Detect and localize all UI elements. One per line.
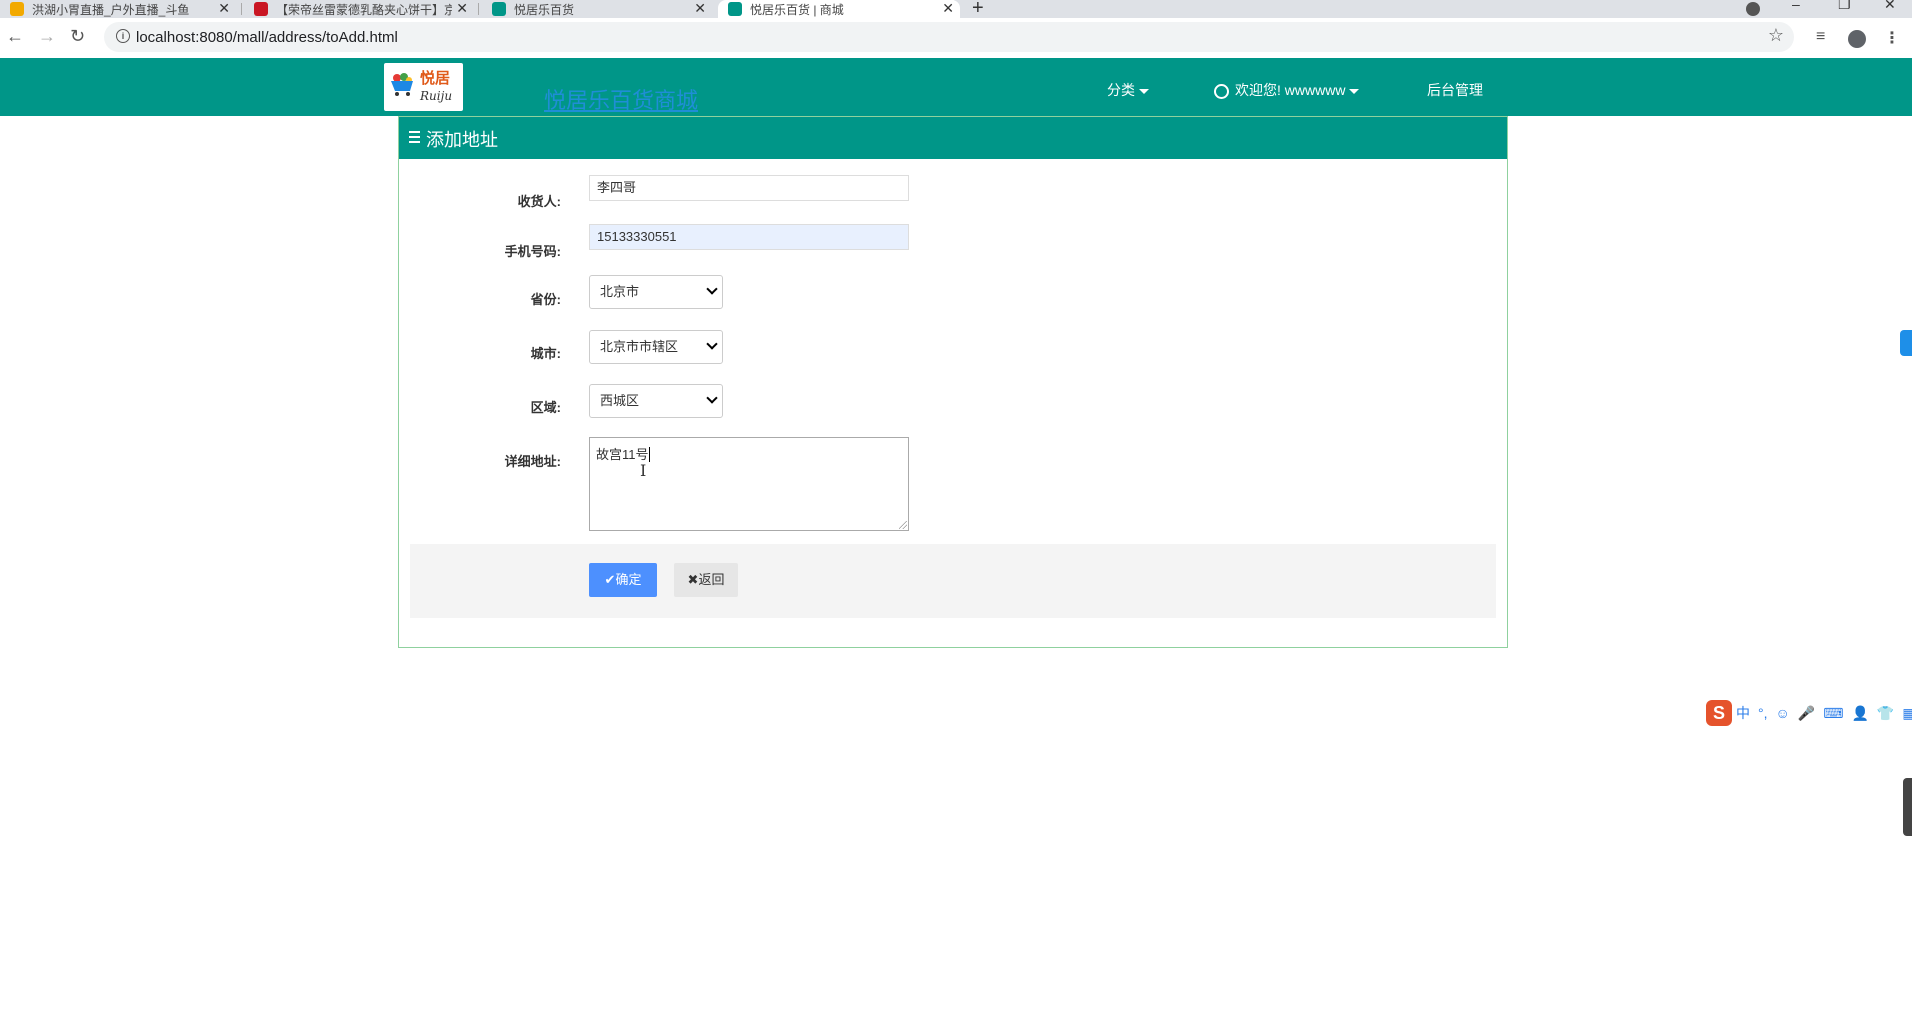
close-icon[interactable]: ✕ [452, 0, 468, 17]
category-label: 分类 [1107, 82, 1135, 98]
form-actions: ✔确定 ✖返回 [410, 544, 1496, 618]
city-label: 城市: [530, 346, 561, 361]
ime-voice-icon[interactable]: 🎤 [1798, 705, 1815, 722]
close-icon[interactable]: ✕ [214, 0, 230, 17]
site-logo[interactable]: 悦居 Ruiju [384, 63, 463, 111]
tab-title: 【荣帝丝雷蒙德乳酪夹心饼干】京 [276, 2, 457, 17]
tab-title: 洪湖小胃直播_户外直播_斗鱼 [32, 2, 190, 17]
panel-header: 添加地址 [399, 117, 1507, 159]
tab-store[interactable]: 悦居乐百货 ✕ [482, 0, 712, 18]
panel-title: 添加地址 [426, 130, 498, 150]
confirm-button[interactable]: ✔确定 [589, 563, 657, 597]
profile-dropdown-icon[interactable] [1746, 2, 1760, 16]
douyu-favicon-icon [10, 2, 24, 16]
receiver-label: 收货人: [517, 194, 561, 209]
minimize-button[interactable]: – [1792, 0, 1800, 12]
back-label: 返回 [698, 572, 725, 587]
sogou-logo-icon[interactable]: S [1706, 700, 1732, 726]
menu-kebab-icon[interactable]: ⋮ [1884, 28, 1900, 48]
district-select[interactable]: 西城区 [589, 384, 723, 418]
close-icon[interactable]: ✕ [938, 0, 954, 17]
logo-text: 悦居 [420, 69, 451, 87]
address-text: 故宫11号 [596, 447, 649, 462]
confirm-label: 确定 [615, 572, 642, 587]
profile-avatar-icon[interactable] [1848, 30, 1866, 48]
tab-separator [478, 3, 479, 15]
text-caret [648, 447, 650, 462]
tab-title: 悦居乐百货 [514, 2, 575, 17]
side-float-widget[interactable] [1900, 330, 1912, 356]
jd-favicon-icon [254, 2, 268, 16]
province-label: 省份: [530, 292, 561, 307]
new-tab-button[interactable]: + [972, 0, 984, 20]
address-bar[interactable]: i localhost:8080/mall/address/toAdd.html… [104, 22, 1794, 52]
ime-toolbox-icon[interactable]: ▦ [1902, 705, 1912, 722]
caret-down-icon [1349, 88, 1360, 94]
close-icon[interactable]: ✕ [690, 0, 706, 17]
reload-icon[interactable]: ↻ [70, 26, 85, 47]
browser-toolbar: ← → ↻ i localhost:8080/mall/address/toAd… [0, 18, 1912, 59]
back-arrow-icon[interactable]: ← [6, 26, 24, 47]
ime-skin-icon[interactable]: 👕 [1877, 705, 1894, 722]
ime-keyboard-icon[interactable]: ⌨ [1823, 705, 1843, 722]
back-button[interactable]: ✖返回 [674, 563, 738, 597]
list-bars-icon [409, 131, 420, 146]
tab-title: 悦居乐百货 | 商城 [750, 2, 844, 17]
district-label: 区域: [530, 400, 561, 415]
city-select[interactable]: 北京市市辖区 [589, 330, 723, 364]
url-text[interactable]: localhost:8080/mall/address/toAdd.html [136, 29, 398, 46]
side-dock-widget[interactable] [1903, 778, 1912, 836]
site-info-icon[interactable]: i [116, 29, 130, 43]
site-header: 悦居 Ruiju 悦居乐百货商城 分类 欢迎您! wwwwww 后台管理 [0, 58, 1912, 116]
phone-label: 手机号码: [504, 244, 561, 259]
chevron-down-icon [706, 338, 718, 350]
user-circle-icon [1214, 83, 1229, 99]
address-label: 详细地址: [504, 454, 561, 469]
window-close-button[interactable]: ✕ [1884, 0, 1896, 13]
bookmark-star-icon[interactable]: ☆ [1768, 25, 1784, 46]
address-textarea[interactable]: 故宫11号 [589, 437, 909, 531]
add-address-panel: 添加地址 收货人: 李四哥 手机号码: 15133330551 省份: 北京市 … [398, 116, 1508, 648]
resize-handle-icon[interactable] [899, 521, 907, 529]
store-favicon-icon [728, 2, 742, 16]
city-selected: 北京市市辖区 [600, 339, 679, 354]
shopping-cart-icon [391, 73, 413, 96]
store-favicon-icon [492, 2, 506, 16]
text-cursor-icon: I [640, 461, 647, 480]
phone-input[interactable]: 15133330551 [589, 224, 909, 250]
tab-mall-active[interactable]: 悦居乐百货 | 商城 ✕ [718, 0, 960, 18]
ime-toolbar: S 中 °, ☺ 🎤 ⌨ 👤 👕 ▦ [1706, 699, 1912, 727]
province-selected: 北京市 [600, 284, 640, 299]
browser-tab-bar: 洪湖小胃直播_户外直播_斗鱼 ✕ 【荣帝丝雷蒙德乳酪夹心饼干】京 ✕ 悦居乐百货… [0, 0, 1912, 20]
reading-list-icon[interactable]: ≡ [1816, 28, 1825, 46]
tab-douyu[interactable]: 洪湖小胃直播_户外直播_斗鱼 ✕ [0, 0, 236, 18]
logo-script: Ruiju [420, 89, 453, 103]
caret-down-icon [1139, 88, 1149, 94]
user-dropdown[interactable]: 欢迎您! wwwwww [1214, 80, 1360, 100]
close-x-icon: ✖ [687, 572, 699, 587]
admin-link[interactable]: 后台管理 [1427, 80, 1483, 100]
check-icon: ✔ [604, 572, 616, 587]
tab-jd[interactable]: 【荣帝丝雷蒙德乳酪夹心饼干】京 ✕ [244, 0, 474, 18]
maximize-button[interactable]: ❐ [1838, 0, 1851, 13]
ime-emoji-icon[interactable]: ☺ [1776, 705, 1790, 721]
ime-user-icon[interactable]: 👤 [1851, 705, 1868, 722]
receiver-input[interactable]: 李四哥 [589, 175, 909, 201]
province-select[interactable]: 北京市 [589, 275, 723, 309]
ime-chinese-mode[interactable]: 中 [1736, 703, 1750, 723]
ime-punctuation-icon[interactable]: °, [1758, 705, 1768, 721]
forward-arrow-icon[interactable]: → [38, 26, 56, 47]
chevron-down-icon [706, 283, 718, 295]
user-greeting: 欢迎您! wwwwww [1235, 82, 1346, 98]
district-selected: 西城区 [600, 393, 640, 408]
tab-separator [241, 3, 242, 15]
chevron-down-icon [706, 392, 718, 404]
category-dropdown[interactable]: 分类 [1107, 80, 1149, 100]
site-title-link[interactable]: 悦居乐百货商城 [544, 83, 698, 115]
